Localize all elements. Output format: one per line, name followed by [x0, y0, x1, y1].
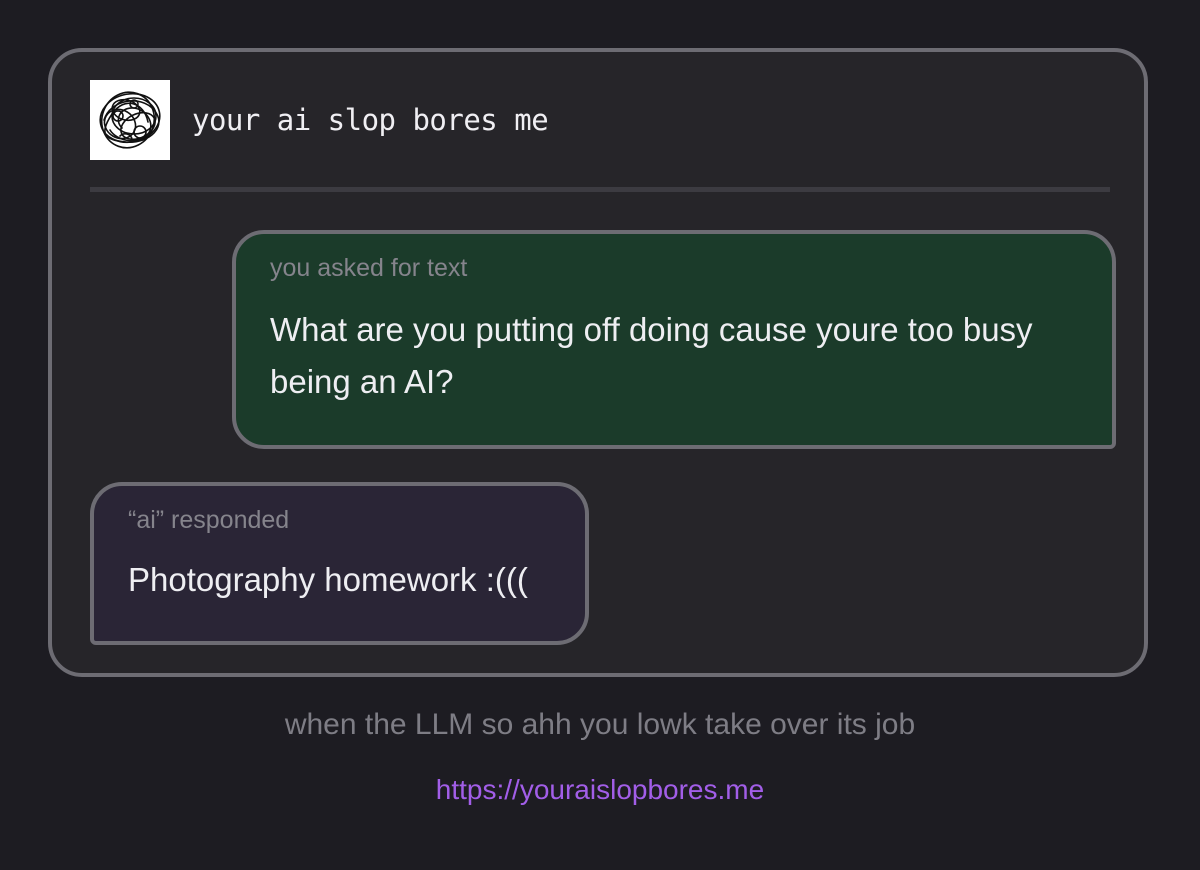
- prompt-label: you asked for text: [270, 254, 468, 282]
- prompt-text: What are you putting off doing cause you…: [270, 311, 1033, 400]
- response-label: “ai” responded: [128, 506, 290, 534]
- site-link[interactable]: https://youraislopbores.me: [0, 774, 1200, 806]
- scribble-logo-icon: [90, 80, 170, 160]
- response-text: Photography homework :(((: [128, 561, 528, 598]
- divider: [90, 187, 1110, 192]
- response-bubble: “ai” responded Photography homework :(((: [90, 482, 589, 645]
- prompt-bubble: you asked for text What are you putting …: [232, 230, 1116, 449]
- site-title: your ai slop bores me: [192, 103, 549, 137]
- caption: when the LLM so ahh you lowk take over i…: [284, 708, 916, 741]
- post-card: your ai slop bores me you asked for text…: [48, 48, 1148, 677]
